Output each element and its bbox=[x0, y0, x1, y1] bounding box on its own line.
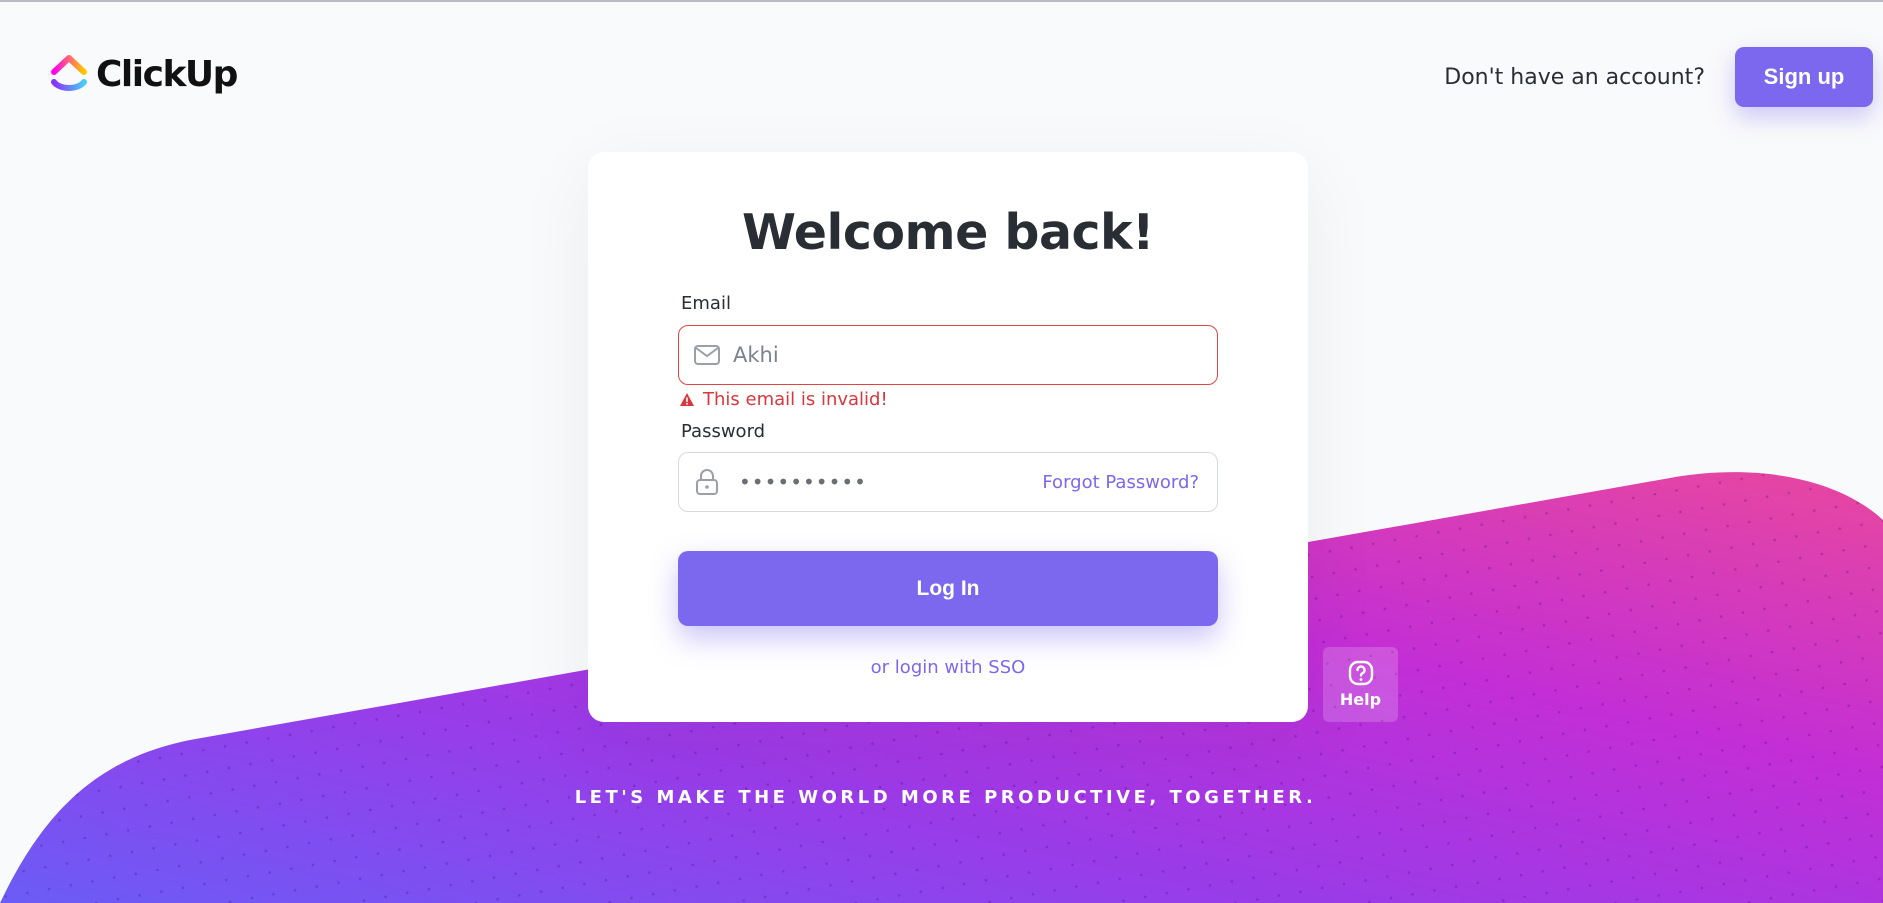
tagline-text: LET'S MAKE THE WORLD MORE PRODUCTIVE, TO… bbox=[574, 787, 1317, 808]
envelope-icon bbox=[693, 341, 721, 369]
tagline: LET'S MAKE THE WORLD MORE PRODUCTIVE, TO… bbox=[0, 787, 1883, 808]
password-label: Password bbox=[681, 421, 766, 442]
email-error-text: This email is invalid! bbox=[703, 389, 888, 410]
question-circle-icon bbox=[1348, 660, 1373, 686]
warning-icon bbox=[680, 392, 694, 406]
clickup-logo-icon bbox=[51, 55, 87, 91]
email-field[interactable] bbox=[678, 325, 1218, 385]
email-error: This email is invalid! bbox=[679, 389, 888, 410]
forgot-password-link[interactable]: Forgot Password? bbox=[1042, 472, 1199, 493]
page-title: Welcome back! bbox=[741, 204, 1155, 261]
email-label: Email bbox=[681, 293, 731, 314]
clickup-logo[interactable]: ClickUp bbox=[50, 52, 238, 96]
email-input[interactable] bbox=[733, 343, 1217, 367]
header-actions: Don't have an account? Sign up bbox=[1444, 47, 1873, 107]
password-input[interactable]: •••••••••• bbox=[739, 470, 1042, 494]
sso-login-link[interactable]: or login with SSO bbox=[588, 657, 1308, 678]
login-button[interactable]: Log In bbox=[678, 551, 1218, 626]
password-field[interactable]: •••••••••• Forgot Password? bbox=[678, 452, 1218, 512]
help-button[interactable]: Help bbox=[1323, 647, 1398, 722]
no-account-text: Don't have an account? bbox=[1444, 64, 1705, 90]
signup-button[interactable]: Sign up bbox=[1735, 47, 1873, 107]
help-label: Help bbox=[1339, 690, 1382, 709]
lock-icon bbox=[693, 468, 721, 496]
login-card: Welcome back! Email This email is invali… bbox=[588, 152, 1308, 722]
brand-name: ClickUp bbox=[96, 53, 238, 95]
